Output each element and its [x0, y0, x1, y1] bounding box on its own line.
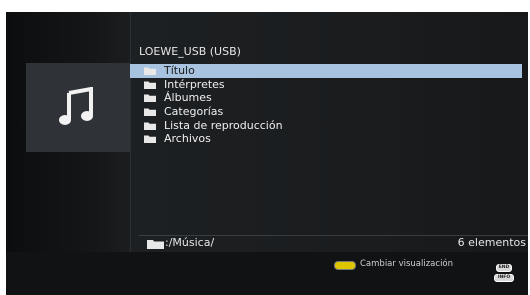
- list-item-label: Archivos: [164, 132, 211, 146]
- list-item[interactable]: Archivos: [130, 132, 522, 146]
- change-view-label: Cambiar visualización: [360, 259, 454, 269]
- list-item-label: Título: [164, 64, 195, 77]
- path-label: :/Música/: [165, 236, 215, 249]
- source-title: LOEWE_USB (USB): [139, 45, 241, 58]
- folder-icon: [144, 67, 156, 75]
- list-item-label: Álbumes: [164, 91, 212, 105]
- list-item-label: Intérpretes: [164, 77, 225, 91]
- info-key[interactable]: INFO: [494, 274, 514, 282]
- folder-icon: [144, 135, 156, 144]
- list-item[interactable]: Categorías: [130, 105, 522, 119]
- folder-icon: [144, 122, 156, 130]
- list-item-label: Categorías: [164, 105, 224, 119]
- list-item[interactable]: Álbumes: [130, 91, 522, 105]
- end-key[interactable]: END: [496, 264, 512, 272]
- list-item[interactable]: Intérpretes: [130, 78, 522, 92]
- music-note-icon: [59, 87, 93, 125]
- media-thumbnail: [26, 63, 130, 152]
- media-browser-screen: LOEWE_USB (USB) Título Intérpretes Álbumes…: [6, 12, 528, 295]
- yellow-key-icon[interactable]: [334, 261, 356, 270]
- folder-icon: [144, 81, 156, 89]
- folder-icon: [144, 94, 156, 103]
- list-item[interactable]: Lista de reproducción: [130, 119, 522, 133]
- list-item-label: Lista de reproducción: [164, 118, 283, 132]
- item-count: 6 elementos: [457, 236, 526, 249]
- folder-icon: [144, 108, 156, 117]
- list-item[interactable]: Título: [130, 64, 522, 78]
- folder-icon: [147, 240, 164, 249]
- category-list: Título Intérpretes Álbumes Categorías Lista …: [130, 64, 522, 146]
